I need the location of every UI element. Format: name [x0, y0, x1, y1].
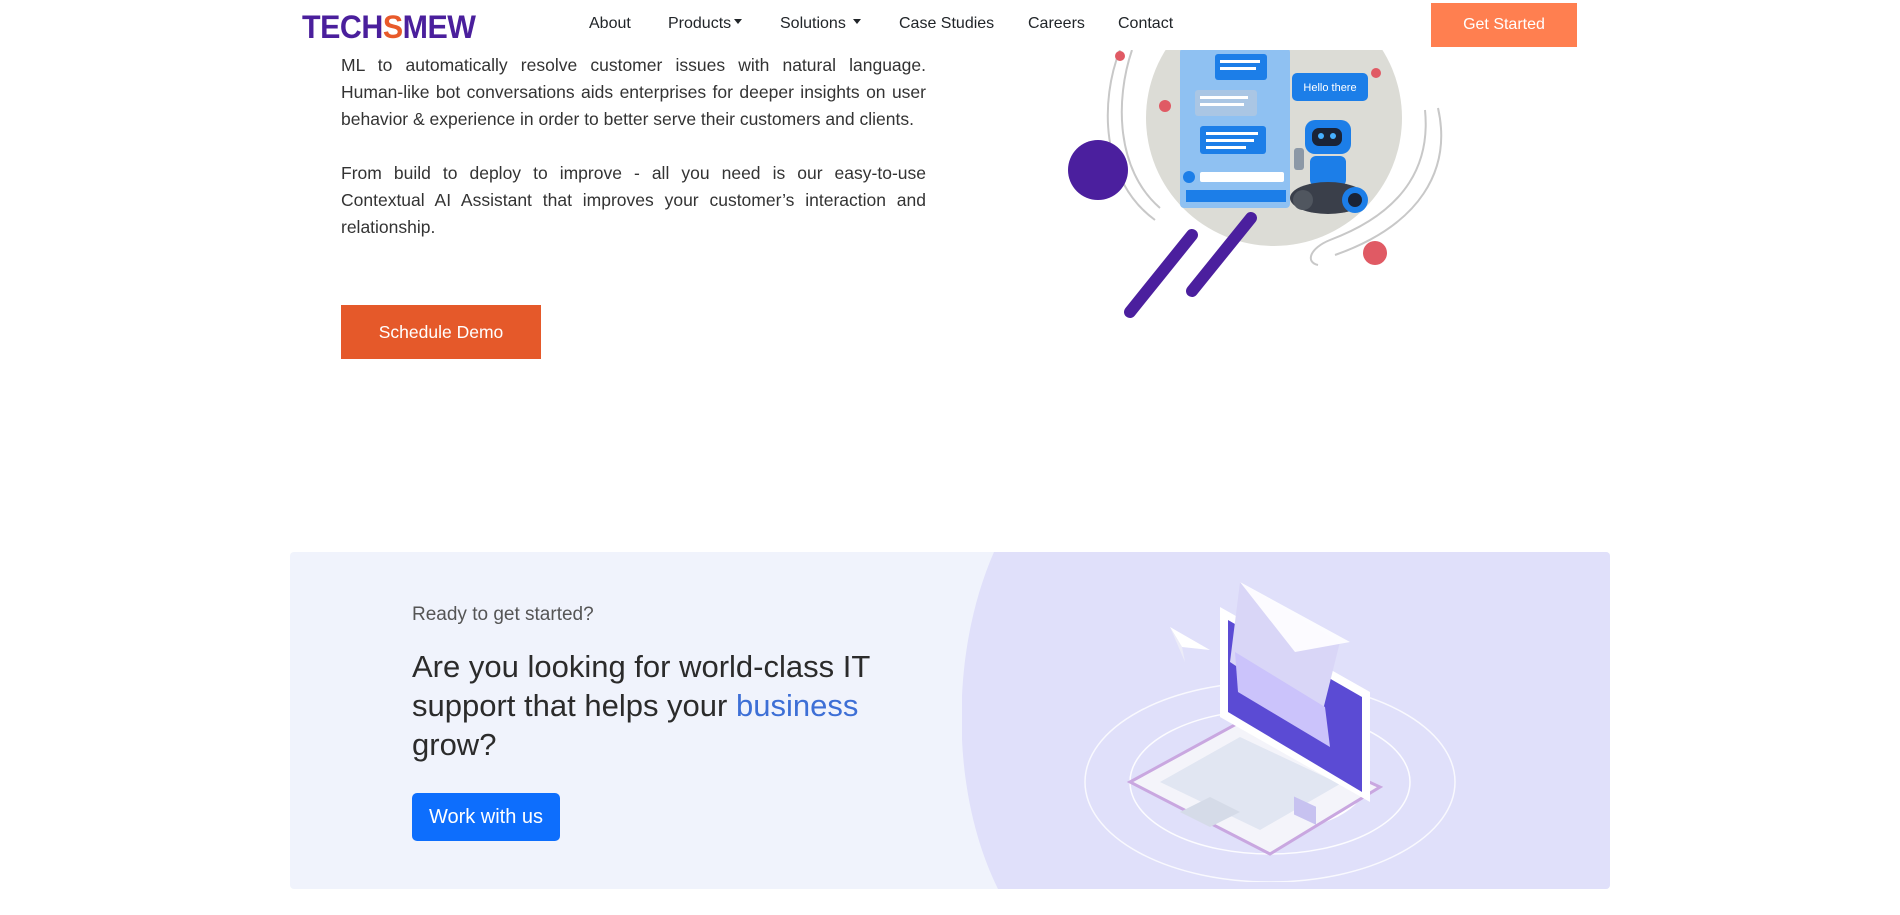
laptop-illustration	[1070, 572, 1490, 883]
nav-item-label: Products	[668, 15, 732, 32]
illustration-red-dot	[1159, 100, 1171, 112]
logo-text-mew: MEW	[402, 9, 476, 45]
nav-item-contact[interactable]: Contact	[1118, 15, 1173, 33]
chevron-down-icon	[734, 19, 743, 25]
nav-item-careers[interactable]: Careers	[1028, 15, 1085, 33]
illustration-chat-line	[1220, 67, 1256, 70]
illustration-chat-line	[1206, 146, 1246, 149]
illustration-input-bar	[1200, 172, 1284, 182]
navbar: TECHSMEW About Products Solutions Case S…	[0, 0, 1900, 50]
cta-heading-part2: grow?	[412, 727, 497, 762]
nav-item-label: Solutions	[780, 15, 846, 32]
hero-paragraph-1: ML to automatically resolve customer iss…	[341, 55, 926, 129]
hero-paragraph-2: From build to deploy to improve - all yo…	[341, 163, 926, 237]
logo[interactable]: TECHSMEW	[302, 9, 476, 46]
illustration-stroke-1	[1124, 229, 1198, 318]
cta-eyebrow: Ready to get started?	[412, 604, 594, 625]
cta-banner: Ready to get started? Are you looking fo…	[290, 552, 1610, 889]
logo-text-tech: TECH	[302, 9, 383, 45]
nav-item-label: About	[589, 15, 631, 32]
illustration-send-dot	[1183, 171, 1195, 183]
illustration-purple-dot	[1068, 140, 1128, 200]
robot-arm	[1294, 148, 1304, 170]
illustration-chat-line	[1206, 139, 1254, 142]
nav-item-solutions[interactable]: Solutions	[780, 15, 862, 33]
laptop-illustration-svg	[1084, 582, 1456, 883]
chevron-down-icon	[853, 19, 862, 25]
nav-item-products[interactable]: Products	[668, 15, 743, 33]
illustration-chat-line	[1206, 132, 1258, 135]
nav-item-case-studies[interactable]: Case Studies	[899, 15, 994, 33]
illustration-red-dot-top	[1115, 51, 1125, 61]
illustration-chat-line	[1200, 103, 1244, 106]
hello-bubble-text: Hello there	[1303, 82, 1356, 94]
cta-heading-accent: business	[735, 688, 859, 723]
work-with-us-button[interactable]: Work with us	[412, 793, 560, 841]
schedule-demo-button[interactable]: Schedule Demo	[341, 305, 541, 359]
robot-eye	[1330, 133, 1336, 139]
nav-item-label: Contact	[1118, 15, 1174, 32]
nav-item-label: Careers	[1028, 15, 1085, 32]
robot-face	[1312, 128, 1342, 146]
chatbot-illustration: Hello there	[1060, 0, 1460, 330]
nav-item-about[interactable]: About	[589, 15, 631, 33]
cta-heading: Are you looking for world-class IT suppo…	[412, 647, 882, 764]
robot-wheel-back	[1293, 190, 1313, 210]
robot-eye	[1318, 133, 1324, 139]
illustration-chat-line	[1220, 60, 1260, 63]
hero-description: ML to automatically resolve customer iss…	[341, 52, 926, 268]
robot-wheel-hub	[1348, 193, 1362, 207]
illustration-chat-line	[1200, 96, 1248, 99]
logo-text-s: S	[382, 9, 403, 45]
illustration-red-dot-large	[1363, 241, 1387, 265]
chatbot-illustration-svg: Hello there	[1068, 0, 1443, 318]
illustration-red-dot-small	[1371, 68, 1381, 78]
robot-body	[1310, 156, 1346, 186]
illustration-phone-footer	[1186, 190, 1286, 202]
nav-item-label: Case Studies	[899, 15, 995, 32]
get-started-button[interactable]: Get Started	[1431, 3, 1577, 47]
